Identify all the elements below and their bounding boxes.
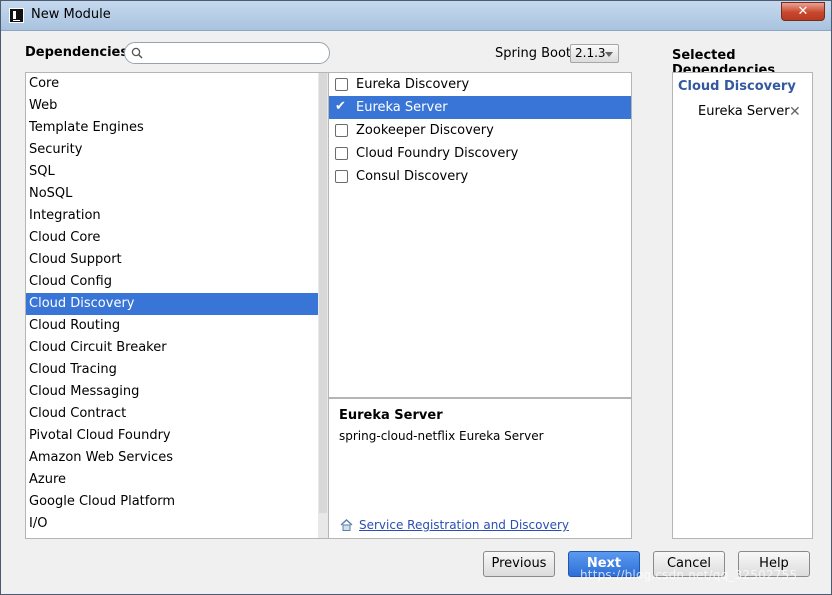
checkbox[interactable] <box>335 78 348 91</box>
chevron-down-icon <box>605 52 613 57</box>
category-item[interactable]: Cloud Discovery <box>26 293 328 315</box>
checkbox[interactable] <box>335 124 348 137</box>
category-item[interactable]: Core <box>26 73 328 95</box>
watermark-text: https://blog.csdn.net/qq_32502755 <box>580 568 798 582</box>
category-item[interactable]: Integration <box>26 205 328 227</box>
description-title: Eureka Server <box>339 408 443 423</box>
description-text: spring-cloud-netflix Eureka Server <box>339 429 544 443</box>
scrollbar-thumb[interactable] <box>319 73 327 513</box>
previous-button[interactable]: Previous <box>483 551 555 577</box>
checkbox[interactable] <box>335 147 348 160</box>
search-icon <box>131 47 143 59</box>
dependency-label: Eureka Server <box>356 100 448 115</box>
dependency-label: Consul Discovery <box>356 169 469 184</box>
category-item[interactable]: Template Engines <box>26 117 328 139</box>
spring-boot-version-value: 2.1.3 <box>575 46 606 60</box>
category-list[interactable]: Core Web Template Engines Security SQL NoSQL I… <box>25 72 329 539</box>
home-icon <box>340 519 353 531</box>
category-item[interactable]: Amazon Web Services <box>26 447 328 469</box>
close-window-button[interactable]: ✕ <box>781 2 825 21</box>
category-item[interactable]: Cloud Routing <box>26 315 328 337</box>
category-item[interactable]: Google Cloud Platform <box>26 491 328 513</box>
category-item[interactable]: Cloud Support <box>26 249 328 271</box>
dependency-description-panel: Eureka Server spring-cloud-netflix Eurek… <box>329 398 632 539</box>
dependency-label: Cloud Foundry Discovery <box>356 146 519 161</box>
intellij-app-icon <box>9 8 24 23</box>
category-item[interactable]: Cloud Config <box>26 271 328 293</box>
search-input[interactable] <box>147 45 323 61</box>
category-item[interactable]: Azure <box>26 469 328 491</box>
selected-dependency-item: Eureka Server <box>698 104 790 119</box>
category-item[interactable]: Cloud Contract <box>26 403 328 425</box>
dependency-list[interactable]: Eureka Discovery ✔ Eureka Server Zookeeper … <box>329 72 632 398</box>
dependency-item[interactable]: Zookeeper Discovery <box>329 119 631 142</box>
guide-link[interactable]: Service Registration and Discovery <box>359 518 569 532</box>
dependency-label: Zookeeper Discovery <box>356 123 494 138</box>
checkbox-checked[interactable]: ✔ <box>335 100 348 113</box>
checkbox[interactable] <box>335 170 348 183</box>
spring-boot-version-select[interactable]: 2.1.3 <box>570 44 619 63</box>
category-scrollbar[interactable] <box>318 73 328 538</box>
dependency-item[interactable]: Eureka Discovery <box>329 73 631 96</box>
search-box[interactable] <box>124 42 330 64</box>
window-title: New Module <box>31 7 111 22</box>
selected-dependencies-panel: Cloud Discovery Eureka Server ✕ <box>672 72 813 539</box>
category-item[interactable]: Pivotal Cloud Foundry <box>26 425 328 447</box>
dependency-item[interactable]: Consul Discovery <box>329 165 631 188</box>
dependencies-label: Dependencies <box>25 45 129 60</box>
dependency-item[interactable]: Cloud Foundry Discovery <box>329 142 631 165</box>
category-item[interactable]: Cloud Circuit Breaker <box>26 337 328 359</box>
dependency-item[interactable]: ✔ Eureka Server <box>329 96 631 119</box>
category-item[interactable]: NoSQL <box>26 183 328 205</box>
dependency-label: Eureka Discovery <box>356 77 470 92</box>
category-item[interactable]: Cloud Tracing <box>26 359 328 381</box>
category-item[interactable]: I/O <box>26 513 328 535</box>
category-item[interactable]: Cloud Core <box>26 227 328 249</box>
new-module-dialog: New Module ✕ Dependencies Spring Boot 2.… <box>0 0 832 595</box>
category-item[interactable]: Web <box>26 95 328 117</box>
selected-group-title: Cloud Discovery <box>678 79 796 94</box>
category-item[interactable]: Cloud Messaging <box>26 381 328 403</box>
spring-boot-label: Spring Boot <box>495 46 572 61</box>
remove-icon[interactable]: ✕ <box>789 104 801 120</box>
category-item[interactable]: Security <box>26 139 328 161</box>
category-item[interactable]: SQL <box>26 161 328 183</box>
title-bar[interactable]: New Module ✕ <box>1 1 831 31</box>
